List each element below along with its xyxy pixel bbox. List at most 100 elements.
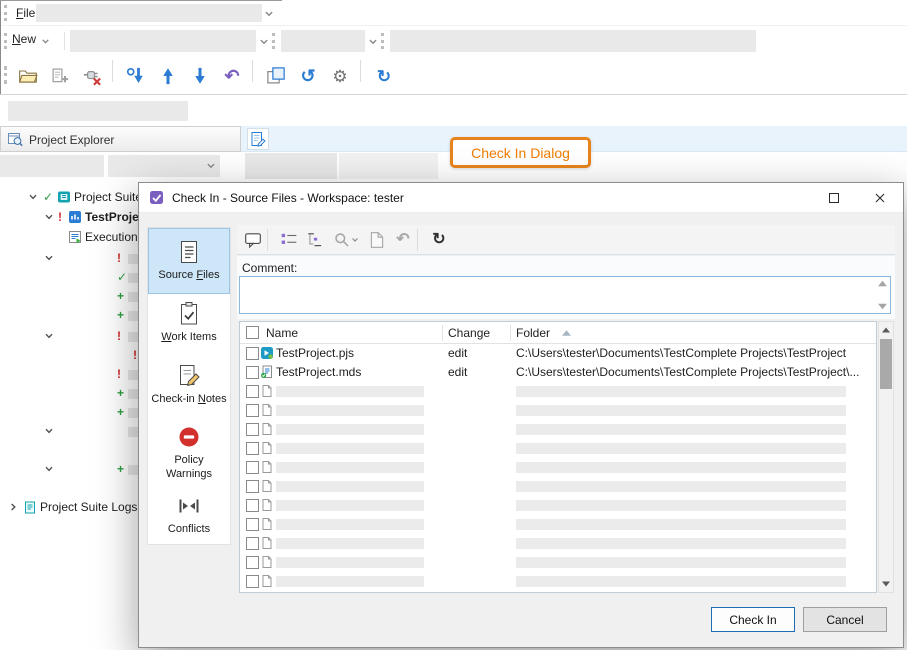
row-checkbox[interactable]	[246, 385, 259, 398]
folder-placeholder	[516, 519, 846, 530]
table-row[interactable]	[240, 496, 876, 515]
check-in-button[interactable]: Check In	[711, 607, 795, 632]
chevron-down-icon[interactable]	[44, 253, 54, 263]
name-placeholder	[276, 462, 424, 473]
folder-placeholder	[516, 557, 846, 568]
table-row[interactable]: TestProject.mdseditC:\Users\tester\Docum…	[240, 363, 876, 382]
column-header-change[interactable]: Change	[448, 326, 490, 340]
comment-box	[239, 276, 891, 314]
row-checkbox[interactable]	[246, 442, 259, 455]
row-checkbox[interactable]	[246, 347, 259, 360]
status-error-marker: !	[117, 251, 121, 265]
preview-dropdown-button[interactable]	[329, 228, 363, 252]
status-error-marker: !	[117, 367, 121, 381]
tab-label: Policy Warnings	[149, 454, 229, 482]
table-row[interactable]: TestProject.pjseditC:\Users\tester\Docum…	[240, 344, 876, 363]
doc-file-icon	[260, 403, 274, 417]
table-row[interactable]	[240, 439, 876, 458]
row-checkbox[interactable]	[246, 499, 259, 512]
refresh-dark-button[interactable]: ↻	[427, 228, 451, 252]
chevron-down-icon[interactable]	[44, 464, 54, 474]
table-row[interactable]	[240, 420, 876, 439]
table-row[interactable]	[240, 458, 876, 477]
status-plus-marker: +	[117, 289, 124, 303]
folder-placeholder	[516, 576, 846, 587]
row-checkbox[interactable]	[246, 575, 259, 588]
column-header-folder[interactable]: Folder	[516, 326, 550, 340]
scroll-up-icon[interactable]	[881, 326, 891, 334]
dialog-sidebar: Source FilesWork ItemsCheck-in Notes Poli…	[147, 227, 231, 545]
cancel-button[interactable]: Cancel	[803, 607, 887, 632]
row-checkbox[interactable]	[246, 423, 259, 436]
scroll-down-icon[interactable]	[881, 580, 891, 588]
shelve-button[interactable]	[365, 228, 389, 252]
row-checkbox[interactable]	[246, 537, 259, 550]
doc-file-icon	[260, 536, 274, 550]
tree-view-button[interactable]	[303, 228, 327, 252]
table-row[interactable]	[240, 572, 876, 591]
close-button[interactable]	[857, 183, 903, 212]
tab-source-files[interactable]: Source Files	[148, 228, 230, 294]
status-error-marker: !	[117, 329, 121, 343]
scroll-up-icon[interactable]	[877, 279, 888, 288]
suite-icon	[57, 190, 71, 204]
chevron-down-icon[interactable]	[44, 212, 54, 222]
logs-icon	[23, 500, 37, 514]
maximize-button[interactable]	[811, 183, 857, 212]
folder-placeholder	[516, 481, 846, 492]
name-placeholder	[276, 538, 424, 549]
row-checkbox[interactable]	[246, 480, 259, 493]
folder-placeholder	[516, 405, 846, 416]
table-row[interactable]	[240, 515, 876, 534]
row-checkbox[interactable]	[246, 461, 259, 474]
table-row[interactable]	[240, 553, 876, 572]
comment-input[interactable]	[242, 279, 870, 311]
chevron-down-icon[interactable]	[28, 192, 38, 202]
scroll-down-icon[interactable]	[877, 302, 888, 311]
doc-file-icon	[260, 574, 274, 588]
row-checkbox[interactable]	[246, 404, 259, 417]
tab-policy-warnings[interactable]: Policy Warnings	[148, 420, 230, 486]
toolbar-separator	[267, 229, 268, 251]
comment-button[interactable]	[241, 228, 265, 252]
row-checkbox[interactable]	[246, 518, 259, 531]
conflicts-icon	[176, 493, 202, 519]
tab-label: Conflicts	[166, 523, 212, 537]
policy-warnings-icon	[176, 424, 202, 450]
tab-work-items[interactable]: Work Items	[148, 296, 230, 350]
change-type: edit	[448, 365, 506, 379]
chevron-down-icon[interactable]	[44, 331, 54, 341]
folder-path: C:\Users\tester\Documents\TestComplete P…	[516, 346, 872, 360]
name-placeholder	[276, 424, 424, 435]
name-placeholder	[276, 481, 424, 492]
table-row[interactable]	[240, 591, 876, 593]
table-row[interactable]	[240, 401, 876, 420]
table-scrollbar[interactable]	[878, 321, 894, 593]
dialog-toolbar: ↶↻	[237, 225, 895, 255]
table-row[interactable]	[240, 477, 876, 496]
change-type: edit	[448, 346, 506, 360]
tab-checkin-notes[interactable]: Check-in Notes	[148, 352, 230, 418]
chevron-right-icon[interactable]	[8, 502, 18, 512]
flat-view-button[interactable]	[277, 228, 301, 252]
project-icon	[68, 210, 82, 224]
column-header-name[interactable]: Name	[266, 326, 298, 340]
tab-conflicts[interactable]: Conflicts	[148, 488, 230, 542]
table-row[interactable]	[240, 534, 876, 553]
column-separator	[510, 325, 511, 341]
table-row[interactable]	[240, 382, 876, 401]
name-placeholder	[276, 519, 424, 530]
undo-gray-button[interactable]: ↶	[391, 228, 415, 252]
name-placeholder	[276, 557, 424, 568]
table-header: Name Change Folder	[240, 322, 876, 344]
chevron-down-icon[interactable]	[44, 426, 54, 436]
close-icon	[875, 193, 885, 203]
status-plus-marker: +	[117, 308, 124, 322]
doc-file-icon	[260, 555, 274, 569]
doc-file-icon	[260, 498, 274, 512]
row-checkbox[interactable]	[246, 556, 259, 569]
row-checkbox[interactable]	[246, 366, 259, 379]
status-error-marker: !	[58, 210, 62, 224]
scrollbar-thumb[interactable]	[880, 339, 892, 389]
select-all-checkbox[interactable]	[246, 326, 259, 339]
